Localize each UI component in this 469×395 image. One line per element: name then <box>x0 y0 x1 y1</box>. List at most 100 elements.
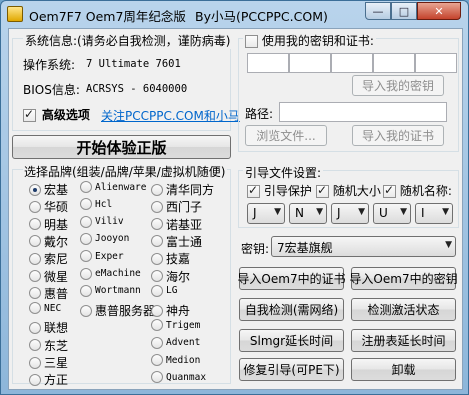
brand-option[interactable]: 微星 <box>29 268 68 285</box>
brand-option[interactable]: 神舟 <box>151 302 190 319</box>
brand-option[interactable]: 宏基 <box>29 181 68 198</box>
brand-option[interactable]: Jooyon <box>80 232 129 245</box>
brand-radio[interactable] <box>151 371 163 384</box>
brand-radio[interactable] <box>29 252 41 265</box>
brand-radio[interactable] <box>29 321 41 334</box>
key-segment-5[interactable] <box>415 53 457 73</box>
random-name-checkbox[interactable] <box>383 183 396 198</box>
key-segment-3[interactable] <box>331 53 373 73</box>
brand-radio[interactable] <box>29 200 41 213</box>
brand-option[interactable]: Trigem <box>151 319 200 332</box>
boot-letter-select[interactable]: I ▼ <box>415 203 453 224</box>
brand-radio[interactable] <box>151 336 163 349</box>
brand-option[interactable]: Medion <box>151 354 200 366</box>
brand-radio[interactable] <box>80 232 92 245</box>
brand-radio[interactable] <box>151 304 163 317</box>
brand-radio[interactable] <box>80 284 92 297</box>
check-activation-button[interactable]: 检测激活状态 <box>351 298 456 321</box>
boot-protect-option[interactable]: 引导保护 <box>247 182 312 199</box>
follow-link[interactable]: 关注PCCPPC.COM和小马 <box>101 107 240 124</box>
boot-letter-select[interactable]: J ▼ <box>331 203 369 224</box>
brand-option[interactable]: 清华同方 <box>151 181 214 198</box>
slmgr-extend-button[interactable]: Slmgr延长时间 <box>239 329 344 352</box>
brand-radio[interactable] <box>151 319 163 332</box>
brand-radio[interactable] <box>151 235 163 248</box>
brand-option[interactable]: 三星 <box>29 354 68 371</box>
browse-button[interactable]: 浏览文件... <box>245 125 327 146</box>
start-button[interactable]: 开始体验正版 <box>12 135 231 159</box>
brand-option[interactable]: 方正 <box>29 371 68 388</box>
maximize-icon[interactable]: □ <box>391 2 417 20</box>
brand-option[interactable]: 惠普服务器 <box>80 302 155 319</box>
brand-radio[interactable] <box>80 181 92 193</box>
brand-radio[interactable] <box>80 198 92 211</box>
registry-extend-button[interactable]: 注册表延长时间 <box>351 329 456 352</box>
brand-radio[interactable] <box>29 339 41 352</box>
import-oem-key-button[interactable]: 导入Oem7中的密钥 <box>349 267 458 290</box>
brand-option[interactable]: Viliv <box>80 215 124 228</box>
brand-option[interactable]: Wortmann <box>80 284 141 297</box>
brand-radio[interactable] <box>29 302 41 315</box>
brand-option[interactable]: 富士通 <box>151 233 202 250</box>
brand-radio[interactable] <box>80 250 92 263</box>
boot-protect-checkbox[interactable] <box>247 183 260 198</box>
brand-option[interactable]: 西门子 <box>151 198 202 215</box>
boot-letter-select[interactable]: N ▼ <box>289 203 327 224</box>
brand-radio[interactable] <box>80 304 92 317</box>
minimize-icon[interactable]: — <box>365 2 391 20</box>
brand-option[interactable]: 东芝 <box>29 337 68 354</box>
advanced-option[interactable]: 高级选项 <box>23 106 90 123</box>
brand-radio[interactable] <box>29 270 41 282</box>
brand-option[interactable]: 海尔 <box>151 268 190 285</box>
path-input[interactable] <box>279 102 447 122</box>
brand-radio[interactable] <box>29 183 41 196</box>
random-name-option[interactable]: 随机名称: <box>383 182 452 199</box>
random-size-checkbox[interactable] <box>316 183 329 198</box>
brand-radio[interactable] <box>151 354 163 366</box>
brand-option[interactable]: LG <box>151 284 177 297</box>
key-segment-2[interactable] <box>289 53 331 73</box>
brand-option[interactable]: Advent <box>151 336 200 349</box>
brand-option[interactable]: 惠普 <box>29 285 68 302</box>
brand-radio[interactable] <box>151 252 163 265</box>
brand-option[interactable]: 联想 <box>29 319 68 336</box>
brand-option[interactable]: Alienware <box>80 181 146 193</box>
brand-radio[interactable] <box>151 218 163 231</box>
brand-radio[interactable] <box>80 215 92 228</box>
brand-radio[interactable] <box>29 235 41 248</box>
brand-radio[interactable] <box>151 284 163 297</box>
import-my-cert-button[interactable]: 导入我的证书 <box>352 125 444 146</box>
boot-letter-select[interactable]: J ▼ <box>247 203 285 224</box>
key-select[interactable]: 7宏基旗舰 ▼ <box>271 236 456 257</box>
brand-radio[interactable] <box>151 270 163 282</box>
brand-radio[interactable] <box>29 287 41 300</box>
brand-option[interactable]: 索尼 <box>29 250 68 267</box>
import-my-key-button[interactable]: 导入我的密钥 <box>352 75 444 96</box>
brand-option[interactable]: 戴尔 <box>29 233 68 250</box>
close-icon[interactable]: ✕ <box>417 2 461 20</box>
brand-radio[interactable] <box>29 356 41 369</box>
brand-option[interactable]: Hcl <box>80 198 112 211</box>
import-oem-cert-button[interactable]: 导入Oem7中的证书 <box>237 267 346 290</box>
brand-option[interactable]: NEC <box>29 302 61 315</box>
advanced-checkbox[interactable] <box>23 107 36 122</box>
brand-option[interactable]: Exper <box>80 250 124 263</box>
brand-option[interactable]: 诺基亚 <box>151 216 202 233</box>
brand-option[interactable]: 明基 <box>29 216 68 233</box>
brand-option[interactable]: 华硕 <box>29 198 68 215</box>
repair-boot-button[interactable]: 修复引导(可PE下) <box>239 358 344 381</box>
brand-option[interactable]: 技嘉 <box>151 250 190 267</box>
self-check-button[interactable]: 自我检测(需网络) <box>239 298 344 321</box>
uninstall-button[interactable]: 卸载 <box>351 358 456 381</box>
brand-option[interactable]: eMachine <box>80 267 141 280</box>
title-bar[interactable]: Oem7F7 Oem7周年纪念版 By小马(PCCPPC.COM) — □ ✕ <box>1 1 468 28</box>
use-own-option[interactable]: 使用我的密钥和证书: <box>243 32 376 49</box>
brand-radio[interactable] <box>151 200 163 213</box>
brand-radio[interactable] <box>29 218 41 231</box>
boot-letter-select[interactable]: U ▼ <box>373 203 411 224</box>
brand-radio[interactable] <box>80 267 92 280</box>
key-segment-4[interactable] <box>373 53 415 73</box>
use-own-checkbox[interactable] <box>245 35 258 48</box>
key-segment-1[interactable] <box>247 53 289 73</box>
brand-radio[interactable] <box>29 373 41 386</box>
